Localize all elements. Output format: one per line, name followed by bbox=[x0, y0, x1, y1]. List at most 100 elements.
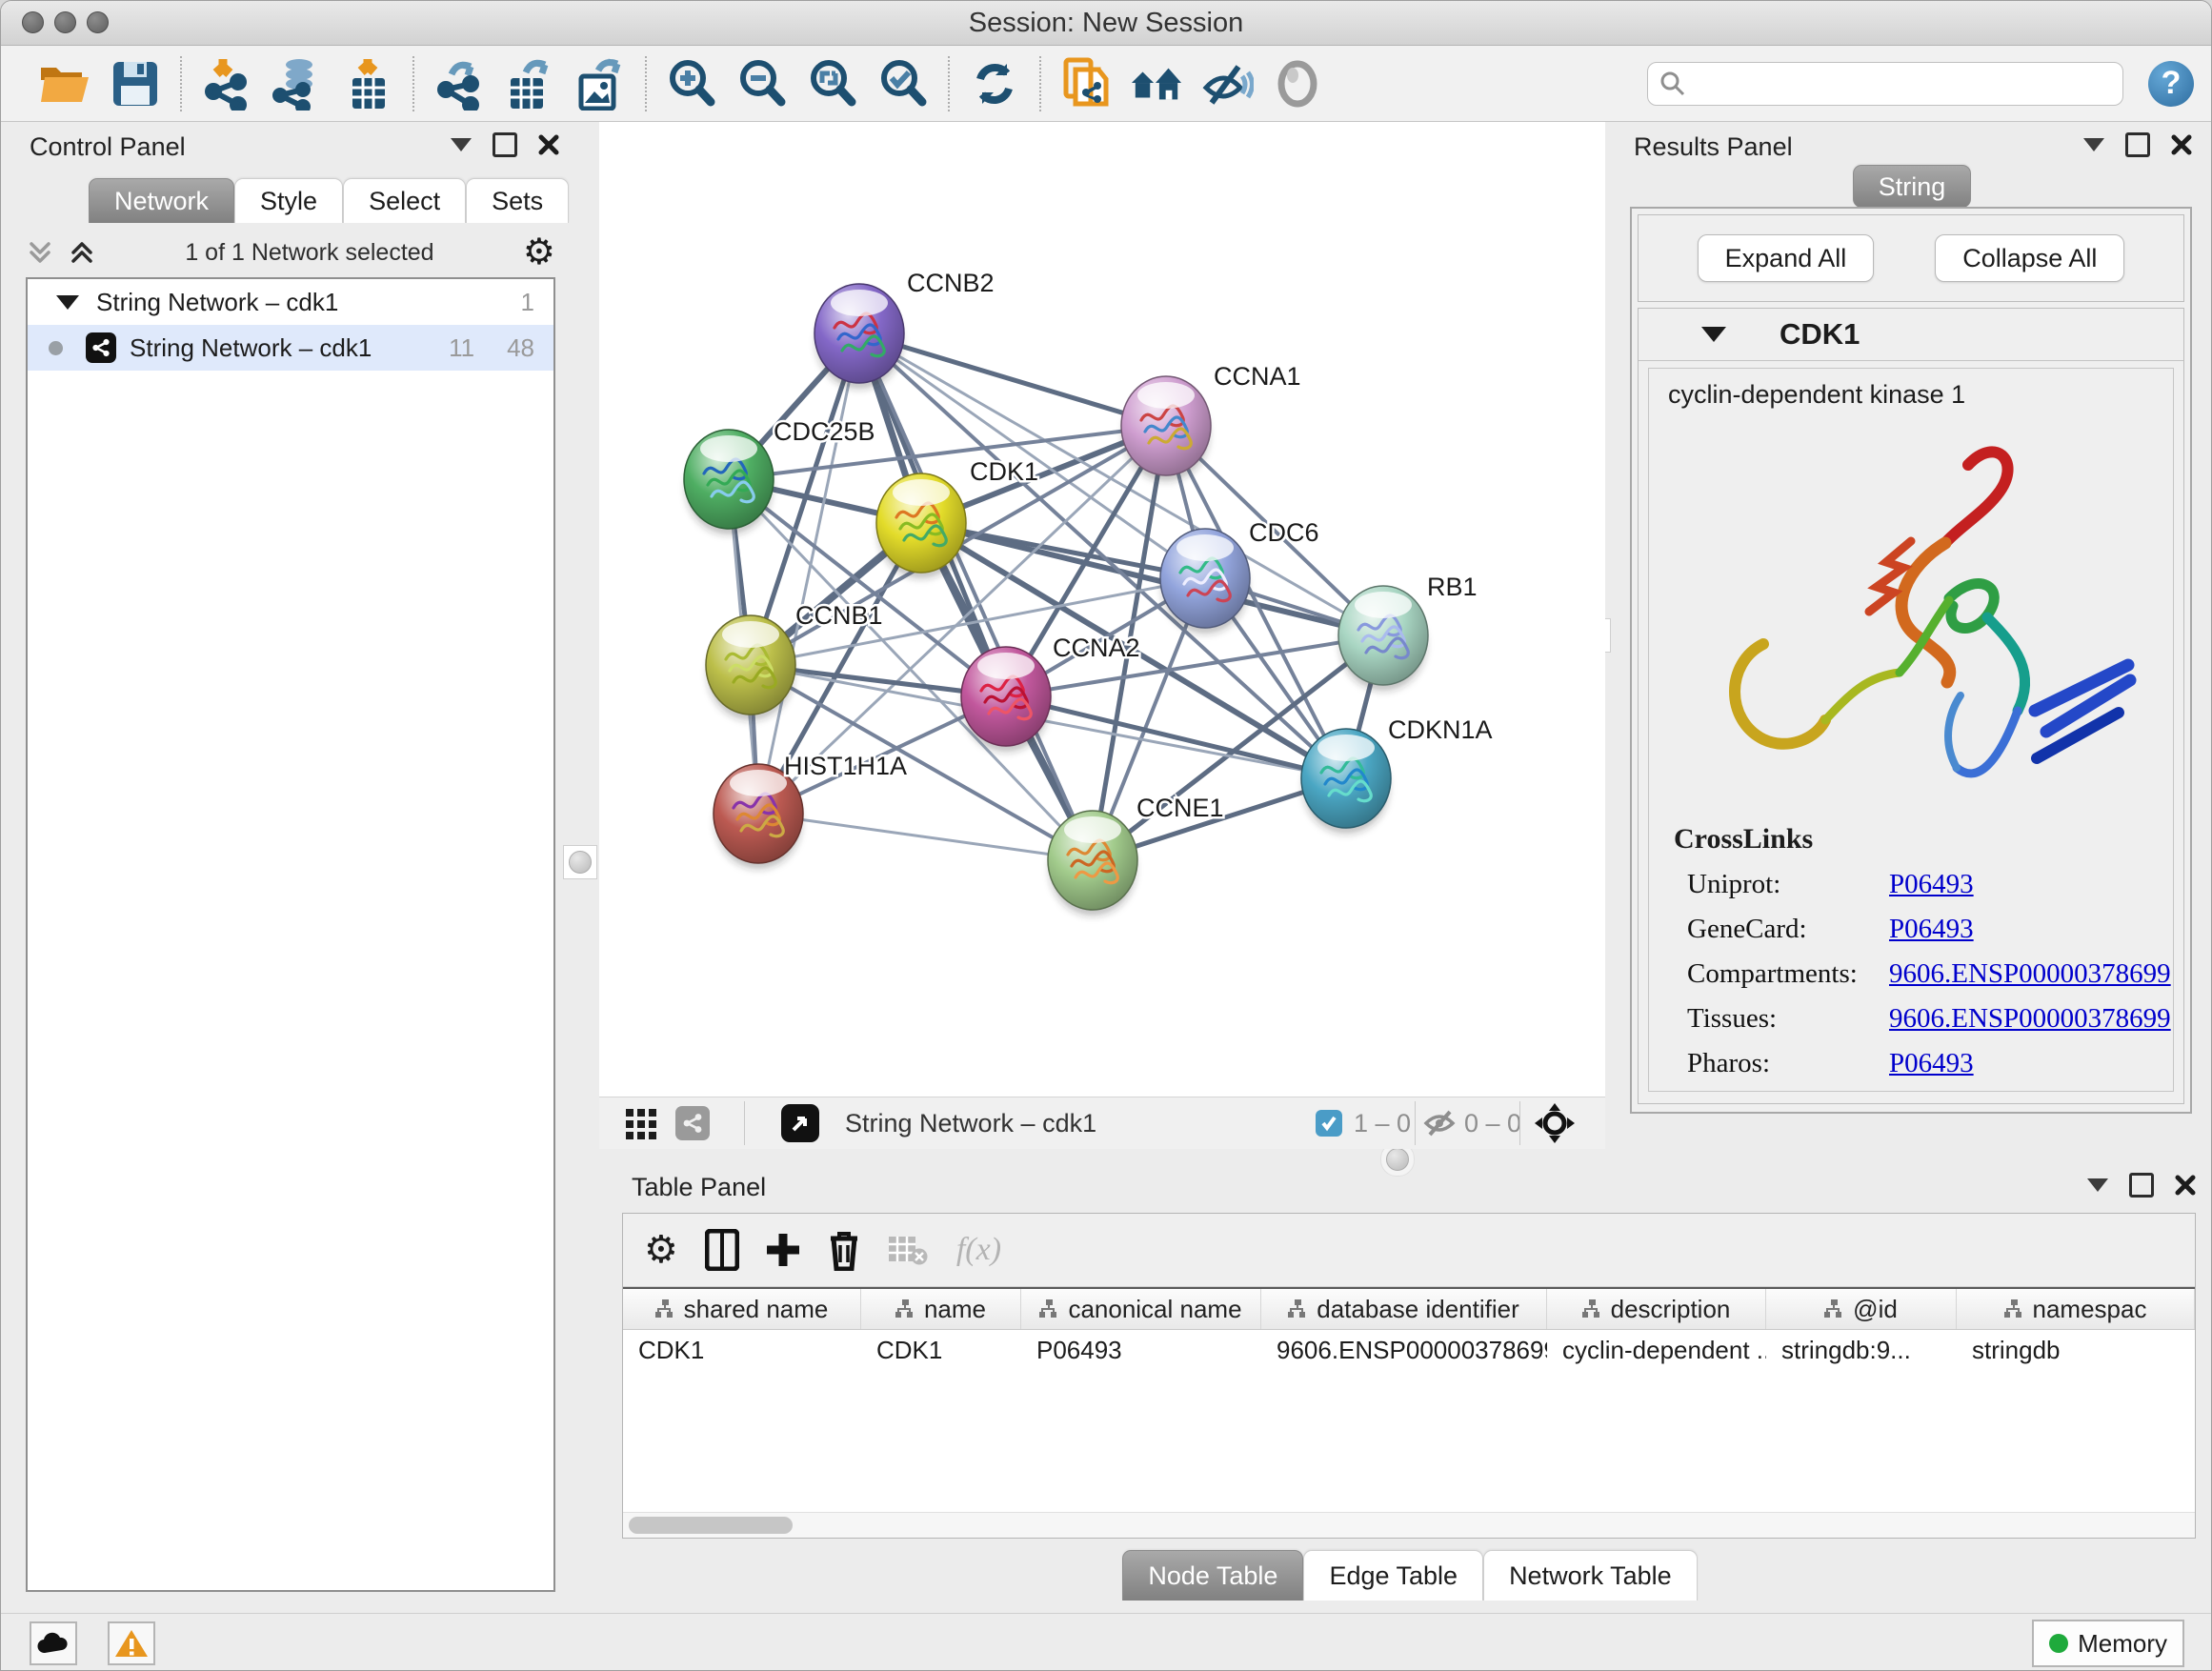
home-networks-icon[interactable] bbox=[1130, 57, 1183, 111]
zoom-in-icon[interactable] bbox=[665, 57, 718, 111]
refresh-icon[interactable] bbox=[968, 57, 1021, 111]
edge-CCNB2-CCNA1[interactable] bbox=[859, 333, 1166, 426]
control-panel-collapse-icon[interactable] bbox=[451, 138, 472, 151]
search-input[interactable] bbox=[1647, 62, 2123, 106]
table-data-row[interactable]: CDK1CDK1P064939606.ENSP00000378699cyclin… bbox=[623, 1330, 2195, 1370]
column-header-4[interactable]: description bbox=[1547, 1289, 1766, 1329]
node-CCNE1[interactable]: CCNE1 bbox=[1048, 794, 1224, 916]
cell-2[interactable]: P06493 bbox=[1021, 1330, 1261, 1370]
tab-network-table[interactable]: Network Table bbox=[1483, 1550, 1698, 1601]
column-header-6[interactable]: namespac bbox=[1957, 1289, 2195, 1329]
network-label: String Network – cdk1 bbox=[130, 333, 372, 363]
cell-1[interactable]: CDK1 bbox=[861, 1330, 1021, 1370]
cloud-button[interactable] bbox=[30, 1621, 77, 1665]
network-options-gear-icon[interactable]: ⚙ bbox=[523, 234, 555, 271]
network-collection-row[interactable]: String Network – cdk1 1 bbox=[28, 279, 553, 325]
import-table-icon[interactable] bbox=[341, 57, 394, 111]
node-CCNB2[interactable]: CCNB2 bbox=[814, 269, 995, 389]
network-canvas[interactable]: CCNB2CCNA1CDC25BCDK1CDC6RB1CCNB1CCNA2CDK… bbox=[599, 122, 1605, 1097]
memory-status-dot bbox=[2049, 1634, 2068, 1653]
edge-HIST1H1A-CCNE1[interactable] bbox=[758, 814, 1093, 860]
delete-column-trash-icon[interactable] bbox=[822, 1223, 866, 1277]
results-panel-collapse-icon[interactable] bbox=[2083, 138, 2104, 151]
node-RB1[interactable]: RB1 bbox=[1338, 573, 1478, 691]
cell-3[interactable]: 9606.ENSP00000378699 bbox=[1261, 1330, 1547, 1370]
export-image-icon[interactable] bbox=[573, 57, 627, 111]
window-title: Session: New Session bbox=[1, 1, 2211, 45]
column-header-2[interactable]: canonical name bbox=[1021, 1289, 1261, 1329]
column-header-1[interactable]: name bbox=[861, 1289, 1021, 1329]
control-panel: Control Panel Network Style Select Sets … bbox=[9, 125, 573, 1600]
import-network-file-icon[interactable] bbox=[200, 57, 253, 111]
gene-collapse-icon[interactable] bbox=[1701, 327, 1726, 342]
results-panel-close-icon[interactable] bbox=[2171, 134, 2192, 155]
control-panel-close-icon[interactable] bbox=[538, 134, 559, 155]
table-settings-gear-icon[interactable]: ⚙ bbox=[644, 1231, 678, 1269]
copy-style-documents-icon[interactable] bbox=[1059, 57, 1113, 111]
cell-5[interactable]: stringdb:9... bbox=[1766, 1330, 1957, 1370]
results-panel-float-icon[interactable] bbox=[2125, 132, 2150, 157]
cell-4[interactable]: cyclin-dependent ... bbox=[1547, 1330, 1766, 1370]
table-panel-close-icon[interactable] bbox=[2175, 1175, 2196, 1196]
protein-structure-image bbox=[1673, 427, 2149, 798]
import-network-database-icon[interactable] bbox=[271, 57, 324, 111]
add-column-icon[interactable] bbox=[761, 1223, 805, 1277]
node-CDKN1A[interactable]: CDKN1A bbox=[1301, 715, 1493, 834]
crosslink-uniprot-link[interactable]: P06493 bbox=[1889, 869, 1974, 900]
tab-select[interactable]: Select bbox=[343, 178, 466, 223]
show-columns-icon[interactable] bbox=[700, 1223, 744, 1277]
fit-content-crosshair-icon[interactable] bbox=[1535, 1103, 1575, 1148]
tab-string[interactable]: String bbox=[1853, 165, 1972, 208]
help-button[interactable]: ? bbox=[2148, 61, 2194, 107]
crosslink-pharos-link[interactable]: P06493 bbox=[1889, 1048, 1974, 1079]
tab-sets[interactable]: Sets bbox=[466, 178, 569, 223]
tab-network[interactable]: Network bbox=[89, 178, 234, 223]
warnings-button[interactable] bbox=[108, 1621, 155, 1665]
column-header-5[interactable]: @id bbox=[1766, 1289, 1957, 1329]
tab-edge-table[interactable]: Edge Table bbox=[1303, 1550, 1483, 1601]
crosslink-genecard-link[interactable]: P06493 bbox=[1889, 914, 1974, 945]
column-header-0[interactable]: shared name bbox=[623, 1289, 861, 1329]
crosslink-compartments-link[interactable]: 9606.ENSP00000378699 bbox=[1889, 958, 2171, 990]
left-splitter-handle[interactable] bbox=[563, 845, 597, 879]
selected-nodes-checkbox-icon[interactable] bbox=[1316, 1110, 1342, 1137]
export-table-icon[interactable] bbox=[503, 57, 556, 111]
table-horizontal-scrollbar[interactable] bbox=[623, 1512, 2195, 1538]
tab-node-table[interactable]: Node Table bbox=[1122, 1550, 1303, 1601]
column-header-3[interactable]: database identifier bbox=[1261, 1289, 1547, 1329]
collapse-all-icon[interactable] bbox=[26, 236, 54, 269]
table-panel-collapse-icon[interactable] bbox=[2087, 1178, 2108, 1192]
hide-panel-eye-icon[interactable] bbox=[1200, 57, 1254, 111]
export-network-icon[interactable] bbox=[432, 57, 486, 111]
open-session-icon[interactable] bbox=[38, 57, 91, 111]
edge-CCNB2-HIST1H1A[interactable] bbox=[758, 333, 859, 814]
string-view-icon[interactable] bbox=[675, 1106, 710, 1140]
scrollbar-thumb[interactable] bbox=[629, 1517, 793, 1534]
edge-CCNB2-CCNE1[interactable] bbox=[859, 333, 1093, 860]
expand-all-icon[interactable] bbox=[68, 236, 96, 269]
crosslink-tissues-link[interactable]: 9606.ENSP00000378699 bbox=[1889, 1003, 2171, 1035]
tab-style[interactable]: Style bbox=[234, 178, 343, 223]
control-panel-float-icon[interactable] bbox=[493, 132, 517, 157]
memory-button[interactable]: Memory bbox=[2032, 1620, 2184, 1667]
node-CCNA1[interactable]: CCNA1 bbox=[1121, 362, 1301, 481]
table-panel: Table Panel ⚙ f(x) shared namenamecanoni… bbox=[614, 1169, 2205, 1609]
cell-6[interactable]: stringdb bbox=[1957, 1330, 2195, 1370]
network-row-selected[interactable]: String Network – cdk1 11 48 bbox=[28, 325, 553, 371]
expand-all-button[interactable]: Expand All bbox=[1698, 234, 1875, 282]
table-panel-float-icon[interactable] bbox=[2129, 1173, 2154, 1198]
zoom-out-icon[interactable] bbox=[735, 57, 789, 111]
tree-expander-icon[interactable] bbox=[56, 295, 79, 310]
node-CDK1[interactable]: CDK1 bbox=[876, 457, 1038, 578]
node-CCNB1[interactable]: CCNB1 bbox=[706, 601, 883, 720]
node-HIST1H1A[interactable]: HIST1H1A bbox=[714, 752, 907, 869]
zoom-fit-icon[interactable] bbox=[806, 57, 859, 111]
collapse-all-button[interactable]: Collapse All bbox=[1935, 234, 2124, 282]
network-view-footer: String Network – cdk1 1 – 0 0 – 0 bbox=[599, 1097, 1605, 1149]
save-session-icon[interactable] bbox=[109, 57, 162, 111]
zoom-selected-icon[interactable] bbox=[876, 57, 930, 111]
birds-eye-view-icon[interactable] bbox=[781, 1104, 819, 1142]
cell-0[interactable]: CDK1 bbox=[623, 1330, 861, 1370]
collection-label: String Network – cdk1 bbox=[96, 288, 338, 317]
grid-view-icon[interactable] bbox=[626, 1109, 656, 1144]
